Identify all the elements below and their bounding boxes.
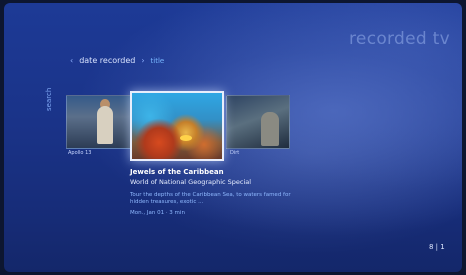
sort-bar: ‹ date recorded › title xyxy=(70,56,164,65)
chevron-right-icon: › xyxy=(141,56,145,65)
sort-title[interactable]: title xyxy=(151,57,165,65)
sort-date-recorded[interactable]: date recorded xyxy=(79,56,135,65)
recording-thumbnail-apollo-13[interactable] xyxy=(66,95,132,149)
thumbnail-image-detail xyxy=(261,112,279,146)
recording-thumbnail-dirt[interactable] xyxy=(226,95,290,149)
recording-description: Tour the depths of the Caribbean Sea, to… xyxy=(130,192,291,205)
chevron-left-icon: ‹ xyxy=(70,56,74,65)
media-center-screen: recorded tv ‹ date recorded › title sear… xyxy=(4,3,462,272)
thumbnail-label: Dirt xyxy=(230,150,240,156)
page-title: recorded tv xyxy=(349,29,450,49)
recording-meta: Mon., Jan 01 · 3 min xyxy=(130,210,185,216)
thumbnail-image-detail xyxy=(97,106,113,144)
fish-graphic xyxy=(180,135,192,141)
recording-thumbnail-selected[interactable] xyxy=(130,91,224,161)
recording-title: Jewels of the Caribbean xyxy=(130,168,224,176)
recordings-gallery: Apollo 13 Dirt xyxy=(66,91,296,161)
search-label[interactable]: search xyxy=(45,88,53,111)
page-indicator: 8 | 1 xyxy=(429,243,445,251)
recording-subtitle: World of National Geographic Special xyxy=(130,178,252,186)
recording-details: Jewels of the Caribbean World of Nationa… xyxy=(130,168,300,216)
thumbnail-label: Apollo 13 xyxy=(68,150,92,156)
